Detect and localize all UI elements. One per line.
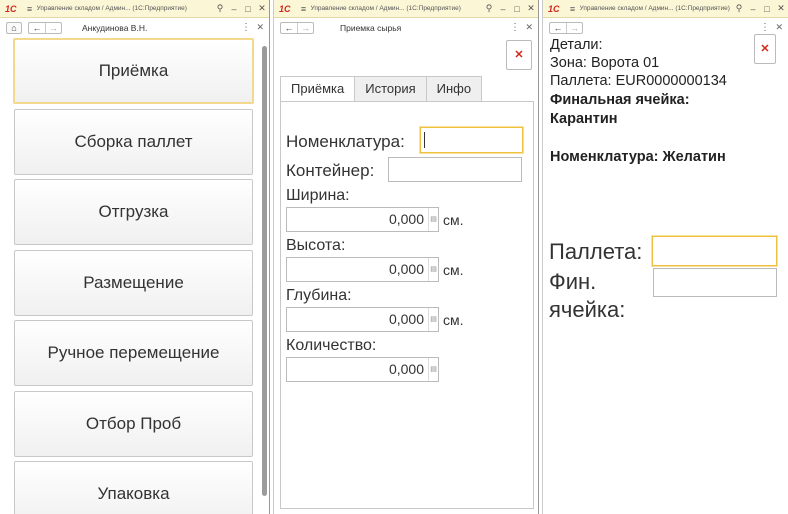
user-name: Анкудинова В.Н. [82,23,148,33]
quantity-label: Количество: [286,337,377,354]
tab-history[interactable]: История [354,76,427,102]
menu-button-receiving[interactable]: Приёмка [13,38,254,104]
tab-info[interactable]: Инфо [425,76,483,102]
nav-buttons: ← → [280,22,314,34]
menu-button-placement[interactable]: Размещение [14,250,253,316]
settings-icon[interactable]: ⚲ [213,3,227,14]
width-label: Ширина: [286,187,350,204]
close-icon[interactable]: ✕ [525,22,533,33]
arrow-left-icon[interactable]: ← [29,23,45,33]
window-title: Управление складом / Админ... (1С:Предпр… [36,5,187,12]
depth-input[interactable]: 0,000 ▤ [286,307,439,332]
kebab-icon[interactable]: ⋮ [241,22,251,33]
1c-logo: 1С [548,3,560,14]
nomenclature-label: Номенклатура: [286,132,405,151]
titlebar: 1С ≡ Управление складом / Админ... (1С:П… [543,0,788,18]
calculator-icon[interactable]: ▤ [428,258,438,281]
kebab-icon[interactable]: ⋮ [760,22,770,33]
menu-button-packing[interactable]: Упаковка [14,461,253,514]
settings-icon[interactable]: ⚲ [732,3,746,14]
form-title: Приемка сырья [340,23,402,33]
titlebar: 1С ≡ Управление складом / Админ... (1С:П… [0,0,269,18]
toolbar: ← → Приемка сырья ⋮ ✕ [274,19,538,37]
quantity-input[interactable]: 0,000 ▤ [286,357,439,382]
arrow-right-icon[interactable]: → [45,23,61,33]
depth-unit: см. [443,312,464,328]
width-unit: см. [443,212,464,228]
calculator-icon[interactable]: ▤ [428,208,438,231]
nomenclature-input[interactable] [420,127,523,153]
minimize-icon[interactable]: – [496,4,510,14]
calculator-icon[interactable]: ▤ [428,358,438,381]
1c-logo: 1С [5,3,17,14]
hamburger-icon[interactable]: ≡ [23,4,37,14]
fin-cell-label-line2: ячейка: [549,297,626,322]
menu-button-shipment[interactable]: Отгрузка [14,179,253,245]
window-title: Управление складом / Админ... (1С:Предпр… [579,5,730,12]
pallet-input-label: Паллета: [549,239,643,264]
hamburger-icon[interactable]: ≡ [566,4,580,14]
maximize-icon[interactable]: □ [760,4,774,14]
main-menu-window: 1С ≡ Управление складом / Админ... (1С:П… [0,0,270,514]
arrow-left-icon[interactable]: ← [281,23,297,33]
container-label: Контейнер: [286,161,375,180]
close-icon[interactable]: ✕ [524,3,538,14]
close-icon[interactable]: ✕ [255,3,269,14]
calculator-icon[interactable]: ▤ [428,308,438,331]
depth-value: 0,000 [388,311,424,327]
arrow-right-icon[interactable]: → [566,23,582,33]
pallet-text: Паллета: EUR0000000134 [550,73,727,89]
maximize-icon[interactable]: □ [241,4,255,14]
pallet-input[interactable] [652,236,777,266]
height-value: 0,000 [388,261,424,277]
maximize-icon[interactable]: □ [510,4,524,14]
kebab-icon[interactable]: ⋮ [510,22,520,33]
tab-receiving[interactable]: Приёмка [280,76,356,102]
nomenclature-text: Номенклатура: Желатин [550,149,726,165]
menu-button-manual-move[interactable]: Ручное перемещение [14,320,253,386]
height-unit: см. [443,262,464,278]
zone-text: Зона: Ворота 01 [550,55,660,71]
toolbar: ⌂ ← → Анкудинова В.Н. ⋮ ✕ [0,19,269,37]
fin-cell-label-line1: Фин. [549,269,597,294]
toolbar: ← → ⋮ ✕ [543,19,788,37]
final-cell-input[interactable] [653,268,777,297]
text-cursor [424,132,425,148]
1c-logo: 1С [279,3,291,14]
settings-icon[interactable]: ⚲ [482,3,496,14]
final-cell-value: Карантин [550,111,618,127]
menu-button-pallet-assembly[interactable]: Сборка паллет [14,109,253,175]
height-label: Высота: [286,237,346,254]
close-form-button[interactable]: ✕ [506,40,532,70]
minimize-icon[interactable]: – [227,4,241,14]
close-icon[interactable]: ✕ [256,22,264,33]
close-icon[interactable]: ✕ [774,3,788,14]
minimize-icon[interactable]: – [746,4,760,14]
titlebar: 1С ≡ Управление складом / Админ... (1С:П… [274,0,538,18]
receiving-window: 1С ≡ Управление складом / Админ... (1С:П… [273,0,539,514]
arrow-right-icon[interactable]: → [297,23,313,33]
final-cell-label: Финальная ячейка: [550,92,690,108]
close-form-button[interactable]: ✕ [754,34,776,64]
home-icon[interactable]: ⌂ [6,22,22,34]
depth-label: Глубина: [286,287,352,304]
quantity-value: 0,000 [388,361,424,377]
close-icon[interactable]: ✕ [775,22,783,33]
vertical-scrollbar[interactable] [262,46,267,496]
nav-buttons: ← → [549,22,583,34]
details-header: Детали: [550,37,603,53]
window-title: Управление складом / Админ... (1С:Предпр… [310,5,461,12]
container-input[interactable] [388,157,522,182]
tab-bar: Приёмка История Инфо [280,76,483,102]
height-input[interactable]: 0,000 ▤ [286,257,439,282]
arrow-left-icon[interactable]: ← [550,23,566,33]
placement-window: 1С ≡ Управление складом / Админ... (1С:П… [542,0,788,514]
width-value: 0,000 [388,211,424,227]
hamburger-icon[interactable]: ≡ [297,4,311,14]
menu-button-sampling[interactable]: Отбор Проб [14,391,253,457]
width-input[interactable]: 0,000 ▤ [286,207,439,232]
nav-buttons: ← → [28,22,62,34]
